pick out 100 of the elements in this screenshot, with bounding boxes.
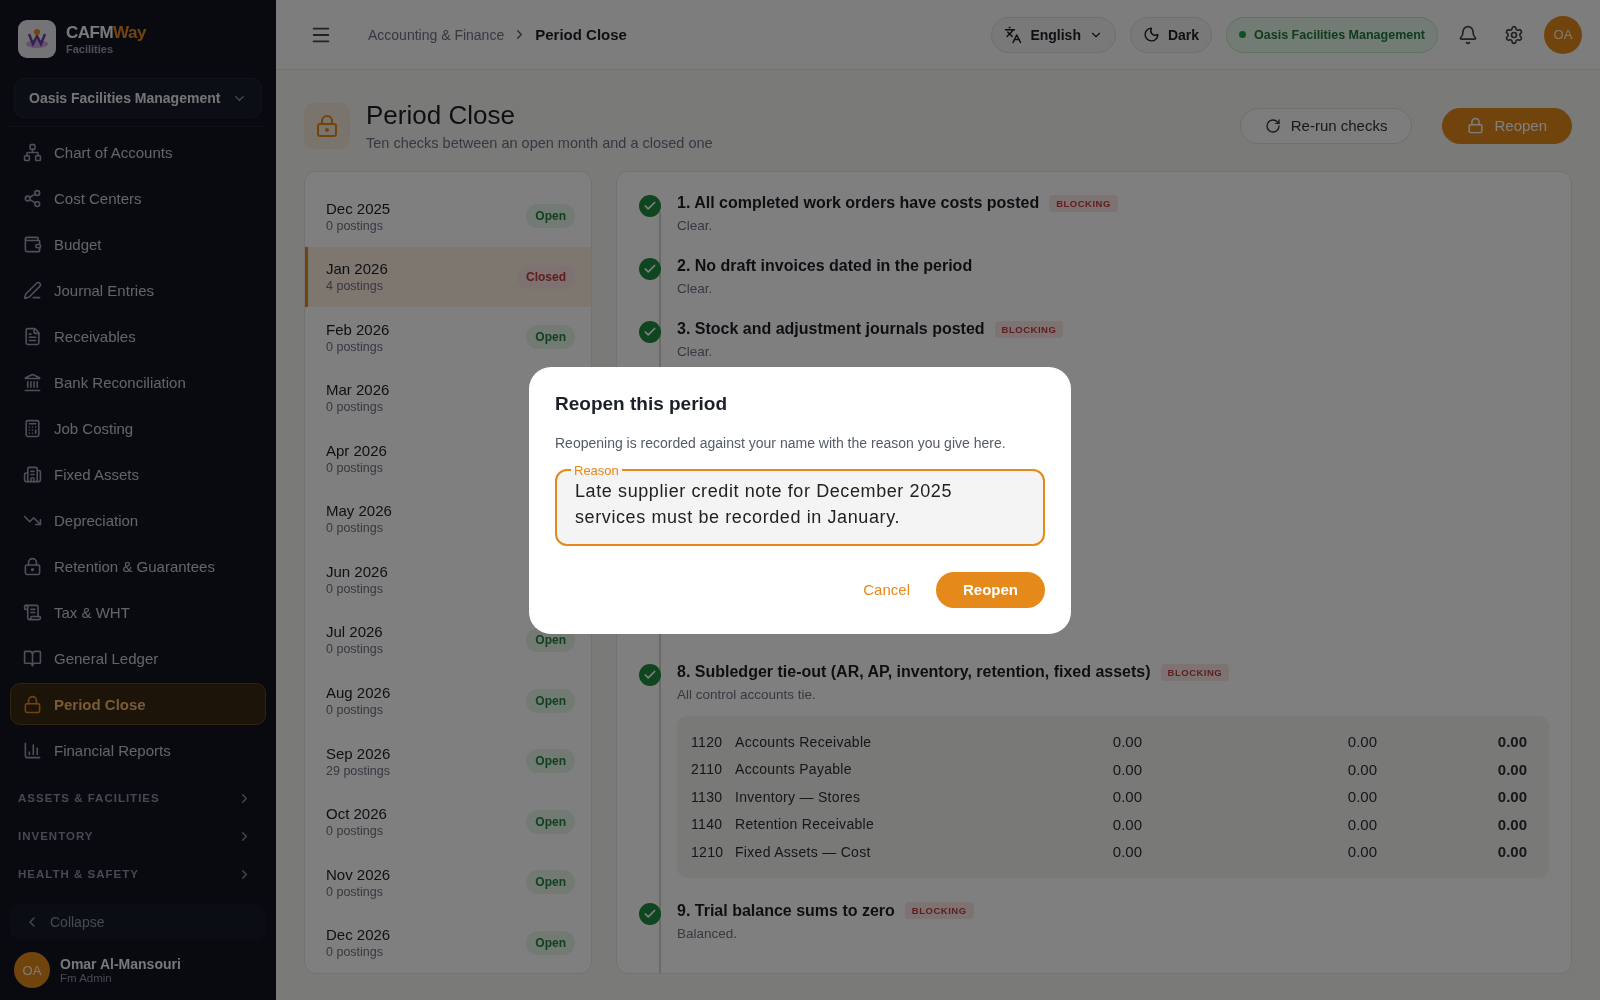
user-name: Omar Al-Mansouri bbox=[60, 956, 181, 972]
page-subtitle: Ten checks between an open month and a closed one bbox=[366, 135, 714, 151]
period-month: Dec 2025 bbox=[326, 199, 391, 217]
period-item[interactable]: Sep 2026 29 postings Open bbox=[305, 730, 591, 792]
table-cell-text: 0.00 bbox=[1111, 788, 1142, 806]
dialog-description: Reopening is recorded against your name with the reason you give here. bbox=[555, 434, 1007, 451]
user-avatar[interactable]: OA bbox=[1544, 15, 1582, 54]
lock-icon bbox=[23, 694, 42, 714]
period-month: Jul 2026 bbox=[326, 623, 383, 641]
check-note: Clear. bbox=[677, 281, 714, 296]
reopen-button[interactable]: Reopen bbox=[936, 571, 1045, 608]
nav-item[interactable]: Budget bbox=[10, 223, 266, 265]
nav-item[interactable]: Job Costing bbox=[10, 407, 266, 449]
theme-toggle[interactable]: Dark bbox=[1129, 16, 1213, 53]
period-postings: 0 postings bbox=[326, 400, 384, 415]
period-item[interactable]: Dec 2025 0 postings Open bbox=[305, 186, 591, 247]
status-badge: Open bbox=[526, 870, 575, 895]
period-month: Aug 2026 bbox=[326, 684, 391, 701]
period-item[interactable]: Jan 2026 4 postings Closed bbox=[305, 246, 591, 308]
period-month: Nov 2026 bbox=[326, 865, 391, 883]
nav-item[interactable]: Depreciation bbox=[10, 499, 266, 541]
blocking-tag: BLOCKING bbox=[904, 902, 974, 919]
logo-icon bbox=[18, 20, 56, 58]
check-title: 1. All completed work orders have costs posted bbox=[677, 194, 1040, 212]
table-cell-text: 1210 bbox=[691, 843, 725, 860]
nav-item[interactable]: Cost Centers bbox=[10, 177, 266, 219]
period-postings: 0 postings bbox=[326, 218, 384, 233]
status-badge: Open bbox=[526, 688, 575, 713]
nav-item[interactable]: Bank Reconciliation bbox=[10, 361, 266, 403]
nav-item[interactable]: Financial Reports bbox=[10, 729, 266, 771]
period-postings: 0 postings bbox=[326, 460, 384, 475]
period-item[interactable]: Dec 2026 0 postings Open bbox=[305, 912, 591, 973]
table-cell-text: Fixed Assets — Cost bbox=[735, 843, 872, 860]
check-note: Clear. bbox=[677, 344, 714, 359]
nav-section[interactable]: INVENTORY bbox=[10, 817, 266, 855]
nav-item[interactable]: Receivables bbox=[10, 315, 266, 357]
period-month: Mar 2026 bbox=[326, 381, 390, 399]
rerun-button[interactable]: Re-run checks bbox=[1239, 107, 1413, 144]
table-cell-text: 0.00 bbox=[1111, 733, 1142, 751]
status-badge: Open bbox=[526, 930, 575, 955]
organization-select[interactable]: Oasis Facilities Management bbox=[14, 78, 262, 118]
period-month: Dec 2026 bbox=[326, 926, 391, 944]
table-cell-text: 0.00 bbox=[1111, 843, 1142, 861]
brand-subtitle: Facilities bbox=[66, 43, 115, 55]
table-cell-text: 0.00 bbox=[1346, 760, 1377, 778]
dialog-title: Reopen this period bbox=[555, 392, 729, 415]
table-cell-text: 0.00 bbox=[1496, 788, 1527, 806]
period-item[interactable]: Aug 2026 0 postings Open bbox=[305, 670, 591, 731]
nav-item[interactable]: Tax & WHT bbox=[10, 591, 266, 633]
scroll-icon bbox=[23, 602, 42, 622]
translate-icon bbox=[1004, 25, 1023, 44]
document-icon bbox=[23, 326, 42, 346]
user-role: Fm Admin bbox=[60, 972, 113, 984]
status-badge: Open bbox=[526, 749, 575, 774]
organization-chip[interactable]: Oasis Facilities Management bbox=[1226, 16, 1438, 53]
period-item[interactable]: Feb 2026 0 postings Open bbox=[305, 307, 591, 368]
nav-item[interactable]: Chart of Accounts bbox=[10, 131, 266, 173]
nav-section[interactable]: ASSETS & FACILITIES bbox=[10, 779, 266, 817]
calculator-icon bbox=[23, 418, 42, 438]
period-postings: 0 postings bbox=[326, 581, 384, 596]
bar-chart-icon bbox=[23, 740, 42, 760]
period-postings: 0 postings bbox=[326, 339, 384, 354]
blocking-tag: BLOCKING bbox=[994, 320, 1064, 338]
nav-item[interactable]: Fixed Assets bbox=[10, 453, 266, 495]
language-select[interactable]: English bbox=[991, 16, 1116, 53]
moon-icon bbox=[1142, 26, 1160, 43]
status-badge: Open bbox=[526, 204, 575, 229]
bank-icon bbox=[23, 372, 42, 392]
table-cell-text: 0.00 bbox=[1111, 760, 1142, 778]
table-cell-text: 0.00 bbox=[1346, 733, 1377, 751]
table-cell-text: 0.00 bbox=[1496, 733, 1527, 751]
breadcrumb-link[interactable]: Period Close bbox=[535, 26, 627, 43]
breadcrumb-link[interactable]: Accounting & Finance bbox=[368, 26, 505, 43]
period-item[interactable]: Oct 2026 0 postings Open bbox=[305, 791, 591, 852]
nav-item[interactable]: Period Close bbox=[10, 683, 266, 725]
table-cell-text: 0.00 bbox=[1496, 760, 1527, 778]
lock-icon bbox=[1467, 117, 1485, 134]
period-postings: 4 postings bbox=[326, 279, 384, 294]
check-note: All control accounts tie. bbox=[677, 687, 817, 702]
period-item[interactable]: Nov 2026 0 postings Open bbox=[305, 851, 591, 913]
lock-icon bbox=[304, 102, 350, 149]
table-cell-text: 0.00 bbox=[1346, 788, 1377, 806]
table-cell-text: 1140 bbox=[691, 816, 724, 833]
period-month: Jun 2026 bbox=[326, 562, 388, 580]
check-title: 8. Subledger tie-out (AR, AP, inventory, retention, fixed assets) bbox=[677, 663, 1151, 681]
nav-item[interactable]: Retention & Guarantees bbox=[10, 545, 266, 587]
table-cell-text: 0.00 bbox=[1496, 815, 1527, 833]
period-month: Apr 2026 bbox=[326, 441, 387, 459]
reopen-button[interactable]: Reopen bbox=[1442, 107, 1572, 144]
table-cell-text: 1120 bbox=[691, 733, 724, 750]
blocking-tag: BLOCKING bbox=[1049, 194, 1118, 212]
nav-item[interactable]: Journal Entries bbox=[10, 269, 266, 311]
nav-item[interactable]: General Ledger bbox=[10, 637, 266, 679]
nav-section[interactable]: HEALTH & SAFETY bbox=[10, 855, 266, 893]
wallet-icon bbox=[23, 234, 42, 254]
check-title: 9. Trial balance sums to zero bbox=[677, 901, 895, 920]
cancel-button[interactable]: Cancel bbox=[851, 571, 922, 608]
table-cell-text: 0.00 bbox=[1111, 815, 1142, 833]
refresh-icon bbox=[1264, 117, 1281, 134]
building-icon bbox=[23, 464, 42, 484]
